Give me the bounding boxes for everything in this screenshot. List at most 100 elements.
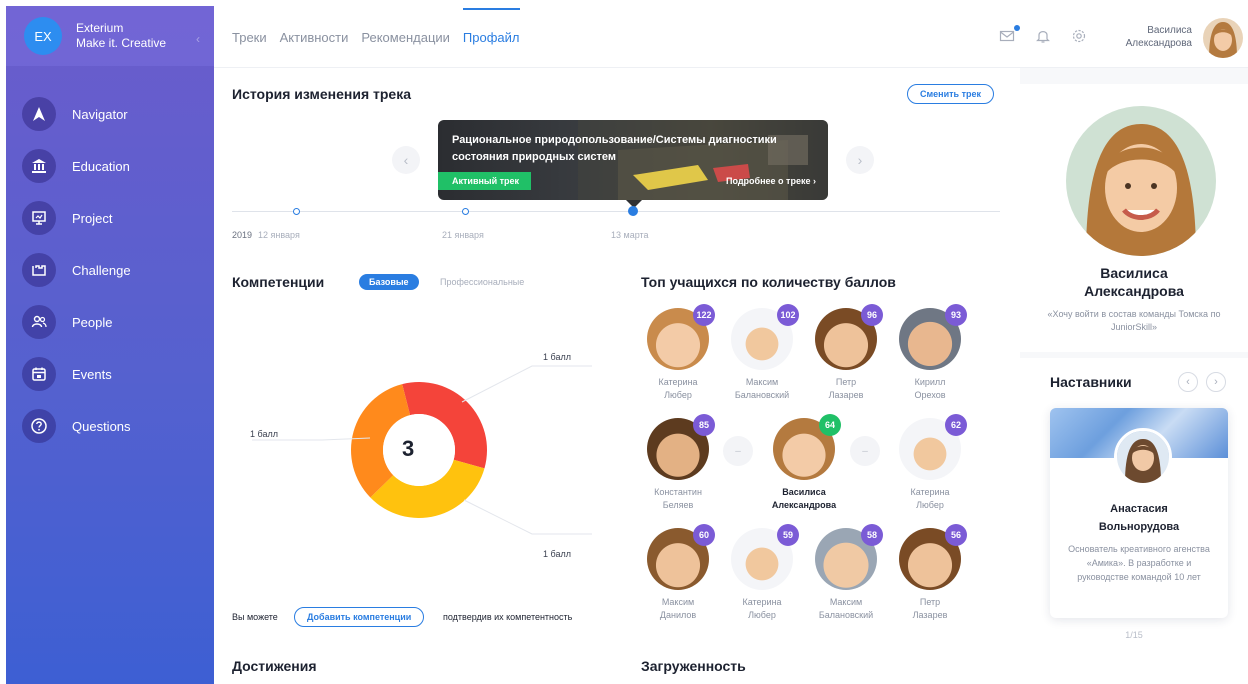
sidebar-item-label: Project bbox=[72, 210, 113, 226]
mentor-card[interactable]: Анастасия Вольнорудова Основатель креати… bbox=[1050, 408, 1228, 618]
tab-profile[interactable]: Профайл bbox=[462, 8, 520, 45]
chevron-right-icon: › bbox=[1214, 376, 1218, 388]
topbar: Треки Активности Рекомендации Профайл Ва… bbox=[214, 6, 1248, 68]
sidebar-item-challenge[interactable]: Challenge bbox=[6, 244, 214, 296]
tab-activities[interactable]: Активности bbox=[280, 30, 349, 45]
tab-recommendations[interactable]: Рекомендации bbox=[361, 30, 450, 45]
events-icon bbox=[22, 357, 56, 391]
student-last-name: Балановский bbox=[734, 390, 790, 400]
chevron-left-icon: ‹ bbox=[403, 152, 409, 168]
student-card[interactable]: 56 Петр Лазарев bbox=[890, 524, 970, 622]
timeline-point-active[interactable] bbox=[628, 206, 638, 216]
student-card[interactable]: 59 Катерина Любер bbox=[722, 524, 802, 622]
project-icon bbox=[22, 201, 56, 235]
sidebar-item-questions[interactable]: Questions bbox=[6, 400, 214, 452]
student-card[interactable]: 58 Максим Балановский bbox=[806, 524, 886, 622]
mentors-prev-button[interactable]: ‹ bbox=[1178, 372, 1198, 392]
mentor-name: Анастасия Вольнорудова bbox=[1050, 500, 1228, 536]
achievements-title: Достижения bbox=[232, 658, 317, 674]
track-details-link[interactable]: Подробнее о треке › bbox=[726, 176, 816, 186]
add-competencies-button[interactable]: Добавить компетенции bbox=[294, 607, 425, 627]
student-score: 62 bbox=[945, 414, 967, 436]
sidebar-item-events[interactable]: Events bbox=[6, 348, 214, 400]
tab-tracks[interactable]: Треки bbox=[232, 30, 267, 45]
sidebar-item-navigator[interactable]: Navigator bbox=[6, 88, 214, 140]
student-name: Катерина Любер bbox=[722, 596, 802, 622]
track-card-title: Рациональное природопользование/Системы … bbox=[452, 134, 777, 163]
chevron-left-icon: ‹ bbox=[1186, 376, 1190, 388]
sidebar-item-project[interactable]: Project bbox=[6, 192, 214, 244]
tab-professional-competencies[interactable]: Профессиональные bbox=[440, 277, 524, 287]
mentor-first-name: Анастасия bbox=[1110, 503, 1168, 515]
active-track-card[interactable]: Рациональное природопользование/Системы … bbox=[438, 120, 828, 200]
profile-card: Василиса Александрова «Хочу войти в сост… bbox=[1020, 84, 1248, 352]
avatar[interactable] bbox=[1203, 18, 1243, 58]
bell-icon[interactable] bbox=[1035, 28, 1053, 46]
timeline-point[interactable] bbox=[462, 208, 469, 215]
profile-name: Василиса Александрова bbox=[1020, 264, 1248, 300]
mail-icon[interactable] bbox=[999, 25, 1020, 46]
student-last-name: Лазарев bbox=[912, 610, 948, 620]
mentors-next-button[interactable]: › bbox=[1206, 372, 1226, 392]
header-user-first: Василиса bbox=[1147, 25, 1192, 36]
top-icons bbox=[999, 25, 1089, 46]
competencies-donut-chart bbox=[252, 365, 592, 535]
student-photo: 85 bbox=[647, 414, 715, 480]
header-user-name[interactable]: Василиса Александрова bbox=[1114, 24, 1192, 50]
student-card-current-user[interactable]: 64 Василиса Александрова bbox=[764, 414, 844, 512]
student-card[interactable]: 62 Катерина Любер bbox=[890, 414, 970, 512]
student-score: 56 bbox=[945, 524, 967, 546]
sidebar-item-label: Navigator bbox=[72, 106, 128, 122]
profile-first-name: Василиса bbox=[1100, 265, 1168, 281]
people-icon bbox=[22, 305, 56, 339]
track-prev-button[interactable]: ‹ bbox=[392, 146, 420, 174]
navigator-icon bbox=[22, 97, 56, 131]
student-card[interactable]: 93 Кирилл Орехов bbox=[890, 304, 970, 402]
student-name: Кирилл Орехов bbox=[890, 376, 970, 402]
track-details-label: Подробнее о треке bbox=[726, 176, 811, 186]
competencies-footer-suffix: подтвердив их компетентность bbox=[443, 612, 573, 622]
brand-logo: EX bbox=[24, 17, 62, 55]
student-score: 59 bbox=[777, 524, 799, 546]
student-name: Петр Лазарев bbox=[890, 596, 970, 622]
tab-basic-competencies[interactable]: Базовые bbox=[359, 274, 419, 290]
student-card[interactable]: 60 Максим Данилов bbox=[638, 524, 718, 622]
student-card[interactable]: 85 Константин Беляев bbox=[638, 414, 718, 512]
student-last-name: Беляев bbox=[662, 500, 694, 510]
donut-leader-line bbox=[463, 499, 592, 535]
student-last-name: Любер bbox=[916, 500, 944, 510]
track-next-button[interactable]: › bbox=[846, 146, 874, 174]
student-name: Константин Беляев bbox=[638, 486, 718, 512]
questions-icon bbox=[22, 409, 56, 443]
profile-quote: «Хочу войти в состав команды Томска по J… bbox=[1047, 309, 1221, 332]
rank-gap-indicator: – bbox=[850, 436, 880, 466]
student-first-name: Максим bbox=[745, 377, 779, 387]
student-score: 85 bbox=[693, 414, 715, 436]
student-photo: 56 bbox=[899, 524, 967, 590]
student-last-name: Балановский bbox=[818, 610, 874, 620]
gear-icon[interactable] bbox=[1071, 28, 1089, 46]
mentors-card: Наставники ‹ › Анастасия Вольнорудова Ос… bbox=[1020, 358, 1248, 684]
student-card[interactable]: 122 Катерина Любер bbox=[638, 304, 718, 402]
brand[interactable]: EX Exterium Make it. Creative ‹ bbox=[6, 6, 214, 66]
student-name: Василиса Александрова bbox=[764, 486, 844, 512]
student-last-name: Орехов bbox=[914, 390, 946, 400]
collapse-sidebar-icon[interactable]: ‹ bbox=[196, 32, 200, 46]
main-content: История изменения трека Сменить трек ‹ ›… bbox=[214, 68, 1020, 684]
main-tabs: Треки Активности Рекомендации Профайл bbox=[232, 8, 520, 45]
sidebar-item-education[interactable]: Education bbox=[6, 140, 214, 192]
donut-leader-line bbox=[461, 365, 592, 403]
student-first-name: Максим bbox=[661, 597, 695, 607]
change-track-button[interactable]: Сменить трек bbox=[907, 84, 994, 104]
sidebar-item-people[interactable]: People bbox=[6, 296, 214, 348]
student-photo: 102 bbox=[731, 304, 799, 370]
challenge-icon bbox=[22, 253, 56, 287]
sidebar-nav: Navigator Education Project Challenge Pe… bbox=[6, 88, 214, 452]
active-track-badge: Активный трек bbox=[438, 172, 532, 190]
unread-dot bbox=[1014, 25, 1020, 31]
student-card[interactable]: 102 Максим Балановский bbox=[722, 304, 802, 402]
student-first-name: Катерина bbox=[658, 377, 698, 387]
timeline-point[interactable] bbox=[293, 208, 300, 215]
student-card[interactable]: 96 Петр Лазарев bbox=[806, 304, 886, 402]
sidebar: EX Exterium Make it. Creative ‹ Navigato… bbox=[6, 6, 214, 684]
